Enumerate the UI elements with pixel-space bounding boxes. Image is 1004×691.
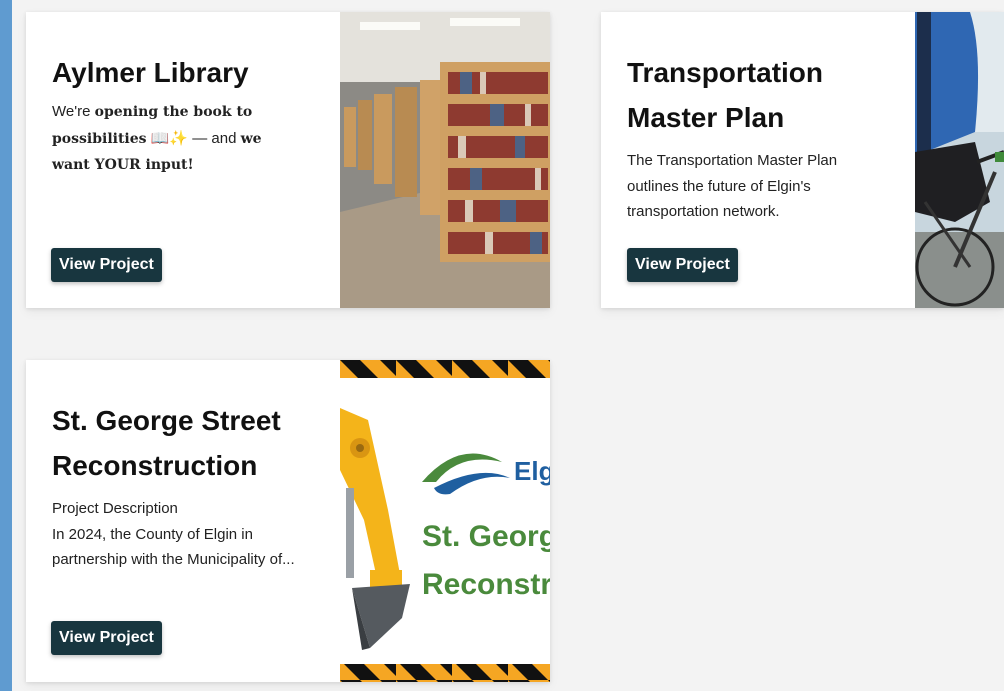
card-title-line: St. George Street: [52, 405, 281, 436]
book-sparkle-icons: 📖✨: [146, 129, 193, 147]
elgin-logo-text: Elgin: [514, 456, 550, 486]
project-card-aylmer-library: Aylmer Library We're opening the book to…: [26, 12, 550, 308]
view-project-button[interactable]: View Project: [51, 248, 162, 282]
graphic-title-line: St. George: [422, 520, 550, 553]
graphic-title-line: Reconstruction: [422, 568, 550, 601]
project-card-transportation-master-plan: Transportation Master Plan The Transport…: [601, 12, 1004, 308]
card-title-line: Reconstruction: [52, 450, 258, 481]
desc-heading: Project Description: [52, 500, 178, 517]
card-title: Transportation Master Plan: [627, 50, 917, 140]
project-card-st-george-street: St. George Street Reconstruction Project…: [26, 360, 550, 682]
card-title-line: Transportation: [627, 57, 824, 88]
excavator-graphic-image: Elgin St. George Reconstruction: [340, 360, 550, 682]
card-title: Aylmer Library: [52, 57, 249, 88]
card-text-area: Aylmer Library We're opening the book to…: [52, 12, 322, 179]
desc-text: — and: [192, 129, 241, 147]
view-project-button[interactable]: View Project: [51, 621, 162, 655]
card-description: The Transportation Master Plan outlines …: [627, 152, 838, 220]
cyclist-image: [915, 12, 1004, 308]
card-title-line: Master Plan: [627, 102, 785, 133]
library-bookshelves-image: [340, 12, 550, 308]
page-accent-strip: [0, 0, 12, 691]
card-description: We're opening the book to possibilities …: [52, 99, 302, 179]
card-title: St. George Street Reconstruction: [52, 398, 332, 488]
view-project-button[interactable]: View Project: [627, 248, 738, 282]
desc-text: We're: [52, 103, 95, 120]
card-text-area: Transportation Master Plan The Transport…: [627, 12, 917, 225]
desc-body: In 2024, the County of Elgin in partners…: [52, 525, 295, 569]
card-text-area: St. George Street Reconstruction Project…: [52, 360, 332, 573]
card-description: Project Description In 2024, the County …: [52, 496, 307, 573]
